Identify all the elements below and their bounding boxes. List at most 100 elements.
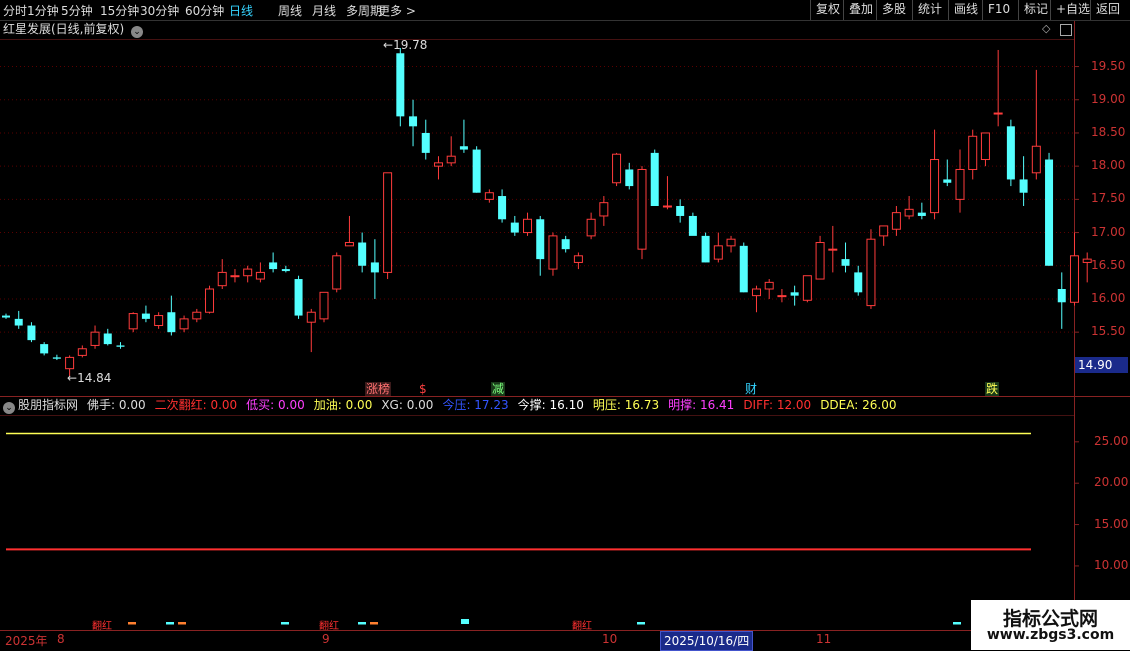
candle-body: [1006, 126, 1015, 180]
candle-body: [40, 344, 49, 354]
candle-body: [383, 172, 393, 273]
candle-body: [688, 215, 697, 236]
candle-body: [90, 331, 100, 346]
candle-body: [625, 169, 634, 187]
candle-body: [1019, 179, 1028, 193]
candle-body: [192, 311, 202, 320]
event-badge[interactable]: 跌: [985, 382, 1000, 396]
candle-body: [217, 271, 227, 287]
price-tick-label: 18.00: [1091, 158, 1126, 173]
candle-body: [917, 212, 926, 216]
candle-body: [854, 272, 863, 293]
candle-body: [294, 279, 303, 316]
candle-body: [904, 208, 914, 217]
chevron-down-icon[interactable]: ⌄: [3, 402, 15, 414]
signal-mark: [370, 622, 378, 625]
high-value: 19.78: [393, 38, 428, 52]
year-label: 2025年: [5, 634, 48, 648]
low-annotation: ←14.84: [67, 371, 112, 385]
candle-body: [332, 255, 342, 290]
candle-body: [65, 356, 75, 370]
month-label: 8: [57, 632, 65, 646]
candle-body: [306, 311, 316, 323]
candle-body: [179, 318, 189, 330]
candle-body: [662, 205, 672, 208]
signal-mark: [953, 622, 961, 625]
signal-mark: [166, 622, 174, 625]
candle-body: [930, 159, 940, 214]
event-badge[interactable]: 涨榜: [365, 382, 392, 396]
candle-body: [141, 313, 150, 319]
candle-body: [116, 345, 125, 347]
candle-body: [637, 168, 647, 250]
candle-body: [498, 196, 507, 220]
candle-body: [484, 192, 494, 200]
candle-body: [1082, 258, 1092, 263]
candle-body: [586, 218, 596, 237]
candle-body: [815, 242, 825, 280]
candle-body: [1031, 145, 1041, 174]
indicator-tick-label: 20.00: [1094, 475, 1129, 490]
date-cursor: 2025/10/16/四: [660, 631, 754, 651]
candle-body: [599, 202, 609, 217]
candle-body: [205, 288, 215, 313]
candle-body: [243, 268, 253, 277]
candle-body: [650, 152, 659, 206]
candle-body: [1057, 289, 1066, 303]
indicator-value: DIFF: 12.00: [743, 398, 812, 412]
candle-body: [281, 269, 290, 272]
candle-body: [358, 242, 367, 266]
indicator-value: 今撑: 16.10: [517, 398, 584, 412]
month-label: 11: [816, 632, 832, 646]
watermark: 指标公式网 www.zbgs3.com: [971, 600, 1130, 650]
current-price-box: 14.90: [1075, 357, 1128, 373]
candle-body: [841, 259, 850, 266]
candle-body: [993, 112, 1003, 115]
candle-body: [751, 288, 761, 297]
candle-body: [523, 218, 533, 234]
candle-body: [548, 235, 558, 270]
watermark-url: www.zbgs3.com: [986, 627, 1115, 643]
month-label: 10: [602, 632, 618, 646]
candle-body: [255, 271, 265, 280]
indicator-value: 明撑: 16.41: [668, 398, 735, 412]
candle-body: [777, 295, 787, 298]
candle-body: [446, 155, 456, 164]
candle-body: [866, 238, 876, 307]
price-tick-label: 16.50: [1091, 257, 1126, 272]
indicator-name[interactable]: 股朋指标网: [18, 398, 78, 412]
indicator-tick-label: 25.00: [1094, 433, 1129, 448]
candle-body: [103, 333, 112, 345]
candle-body: [713, 245, 723, 260]
candle-body: [561, 239, 570, 250]
signal-mark: [178, 622, 186, 625]
date-axis: 2025年 8 9 10 11 2025/10/16/四: [0, 630, 1075, 651]
candle-body: [319, 291, 329, 320]
candle-body: [472, 149, 481, 193]
indicator-value: 佛手: 0.00: [87, 398, 146, 412]
candle-body: [52, 357, 61, 359]
event-badge[interactable]: 财: [744, 382, 759, 396]
indicator-value: 低买: 0.00: [246, 398, 305, 412]
price-tick-label: 17.00: [1091, 224, 1126, 239]
candle-body: [27, 325, 36, 341]
signal-mark: [358, 622, 366, 625]
candle-body: [2, 315, 10, 318]
signal-mark: [128, 622, 136, 625]
candle-body: [726, 238, 736, 247]
candle-body: [421, 132, 430, 153]
indicator-tick-label: 15.00: [1094, 516, 1129, 531]
candle-body: [828, 248, 838, 251]
candle-body: [676, 206, 685, 216]
candle-body: [536, 219, 545, 260]
month-label: 9: [322, 632, 330, 646]
event-badge[interactable]: 减: [491, 382, 506, 396]
event-badge[interactable]: $: [418, 382, 428, 396]
candle-body: [943, 179, 952, 183]
candle-body: [1069, 255, 1079, 303]
candle-body: [980, 132, 990, 161]
indicator-value: 加油: 0.00: [313, 398, 373, 412]
candle-body: [790, 292, 799, 296]
candle-body: [230, 275, 240, 278]
candle-body: [409, 116, 418, 127]
